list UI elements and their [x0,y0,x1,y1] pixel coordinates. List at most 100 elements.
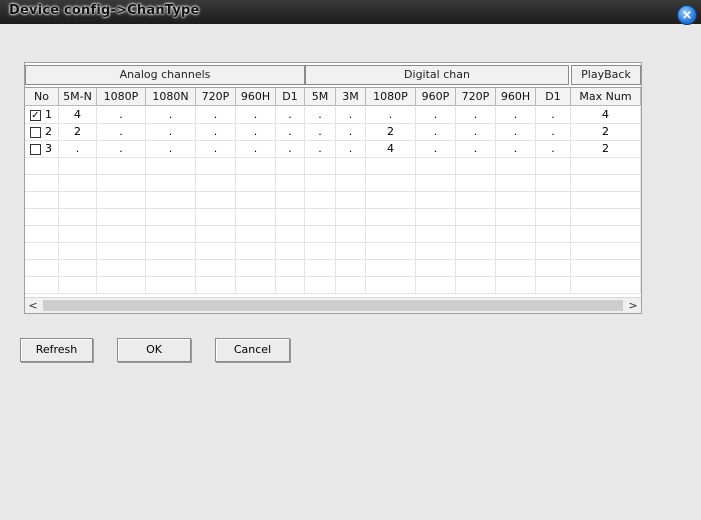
table-cell [496,158,536,175]
table-cell [416,226,456,243]
table-cell [276,209,305,226]
table-cell [59,192,97,209]
table-cell: . [146,107,196,124]
table-cell [146,175,196,192]
table-cell: . [97,124,146,141]
table-cell [97,192,146,209]
row-checkbox[interactable] [30,144,41,155]
row-no-cell [25,277,59,294]
table-cell [496,175,536,192]
table-cell [59,243,97,260]
title-bar: Device config->ChanType × [0,0,701,25]
column-header: 960H [496,88,536,106]
table-cell [366,175,416,192]
table-cell [416,209,456,226]
table-cell [456,209,496,226]
horizontal-scrollbar[interactable]: < > [25,297,641,313]
table-cell [336,277,366,294]
column-header: 5M-N [59,88,97,106]
table-cell: . [416,124,456,141]
row-no-cell: 2 [25,124,59,141]
table-row [25,209,641,226]
table-row [25,158,641,175]
row-checkbox[interactable]: ✓ [30,110,41,121]
table-cell [236,277,276,294]
table-cell: . [336,107,366,124]
table-cell: . [496,107,536,124]
table-cell [496,260,536,277]
table-cell: 4 [571,107,641,124]
table-cell [416,243,456,260]
scroll-right-icon[interactable]: > [625,298,641,314]
column-header: 960H [236,88,276,106]
table-cell [59,226,97,243]
table-cell [366,226,416,243]
table-cell [366,277,416,294]
row-no-cell [25,260,59,277]
row-number: 3 [45,142,52,155]
table-cell [97,158,146,175]
table-cell [146,158,196,175]
table-cell: . [196,141,236,158]
column-header: Max Num [571,88,641,106]
table-cell [456,158,496,175]
cancel-button[interactable]: Cancel [215,338,290,362]
table-cell [571,277,641,294]
table-row [25,277,641,294]
table-cell [276,226,305,243]
table-row [25,192,641,209]
row-no-cell [25,192,59,209]
table-cell [496,277,536,294]
table-cell: . [236,124,276,141]
table-cell: 2 [571,124,641,141]
table-cell [571,243,641,260]
window-title: Device config->ChanType [9,3,200,18]
row-checkbox[interactable] [30,127,41,138]
scroll-thumb[interactable] [43,300,623,311]
group-header-digital: Digital chan [305,65,569,85]
table-cell [571,226,641,243]
ok-button[interactable]: OK [117,338,191,362]
refresh-button[interactable]: Refresh [20,338,93,362]
table-cell [456,243,496,260]
table-cell [97,175,146,192]
table-cell [305,192,336,209]
table-cell [366,260,416,277]
table-cell [196,175,236,192]
table-body: ✓ 1 4............ 4 2 2....... 2.... 2 3........… [25,107,641,297]
table-cell: 2 [571,141,641,158]
table-cell [305,175,336,192]
table-cell [236,175,276,192]
row-no-cell [25,243,59,260]
column-header: 3M [336,88,366,106]
table-cell [536,209,571,226]
table-cell [336,192,366,209]
table-cell [236,158,276,175]
row-no-cell [25,175,59,192]
row-no-cell [25,226,59,243]
table-cell: . [97,107,146,124]
table-cell [496,243,536,260]
table-cell [196,192,236,209]
column-header: D1 [536,88,571,106]
table-cell [336,158,366,175]
row-no-cell [25,158,59,175]
table-cell [536,277,571,294]
table-cell [571,175,641,192]
table-cell [97,243,146,260]
table-cell: . [59,141,97,158]
table-cell [59,158,97,175]
table-cell [456,226,496,243]
scroll-left-icon[interactable]: < [25,298,41,314]
table-cell [456,277,496,294]
table-row [25,175,641,192]
table-row [25,243,641,260]
table-cell [196,209,236,226]
table-cell [59,175,97,192]
close-button[interactable]: × [677,5,697,25]
table-cell: . [196,124,236,141]
channel-type-table: Analog channels Digital chan PlayBack No… [24,62,642,314]
table-cell: . [236,107,276,124]
table-cell [59,260,97,277]
table-cell [571,209,641,226]
